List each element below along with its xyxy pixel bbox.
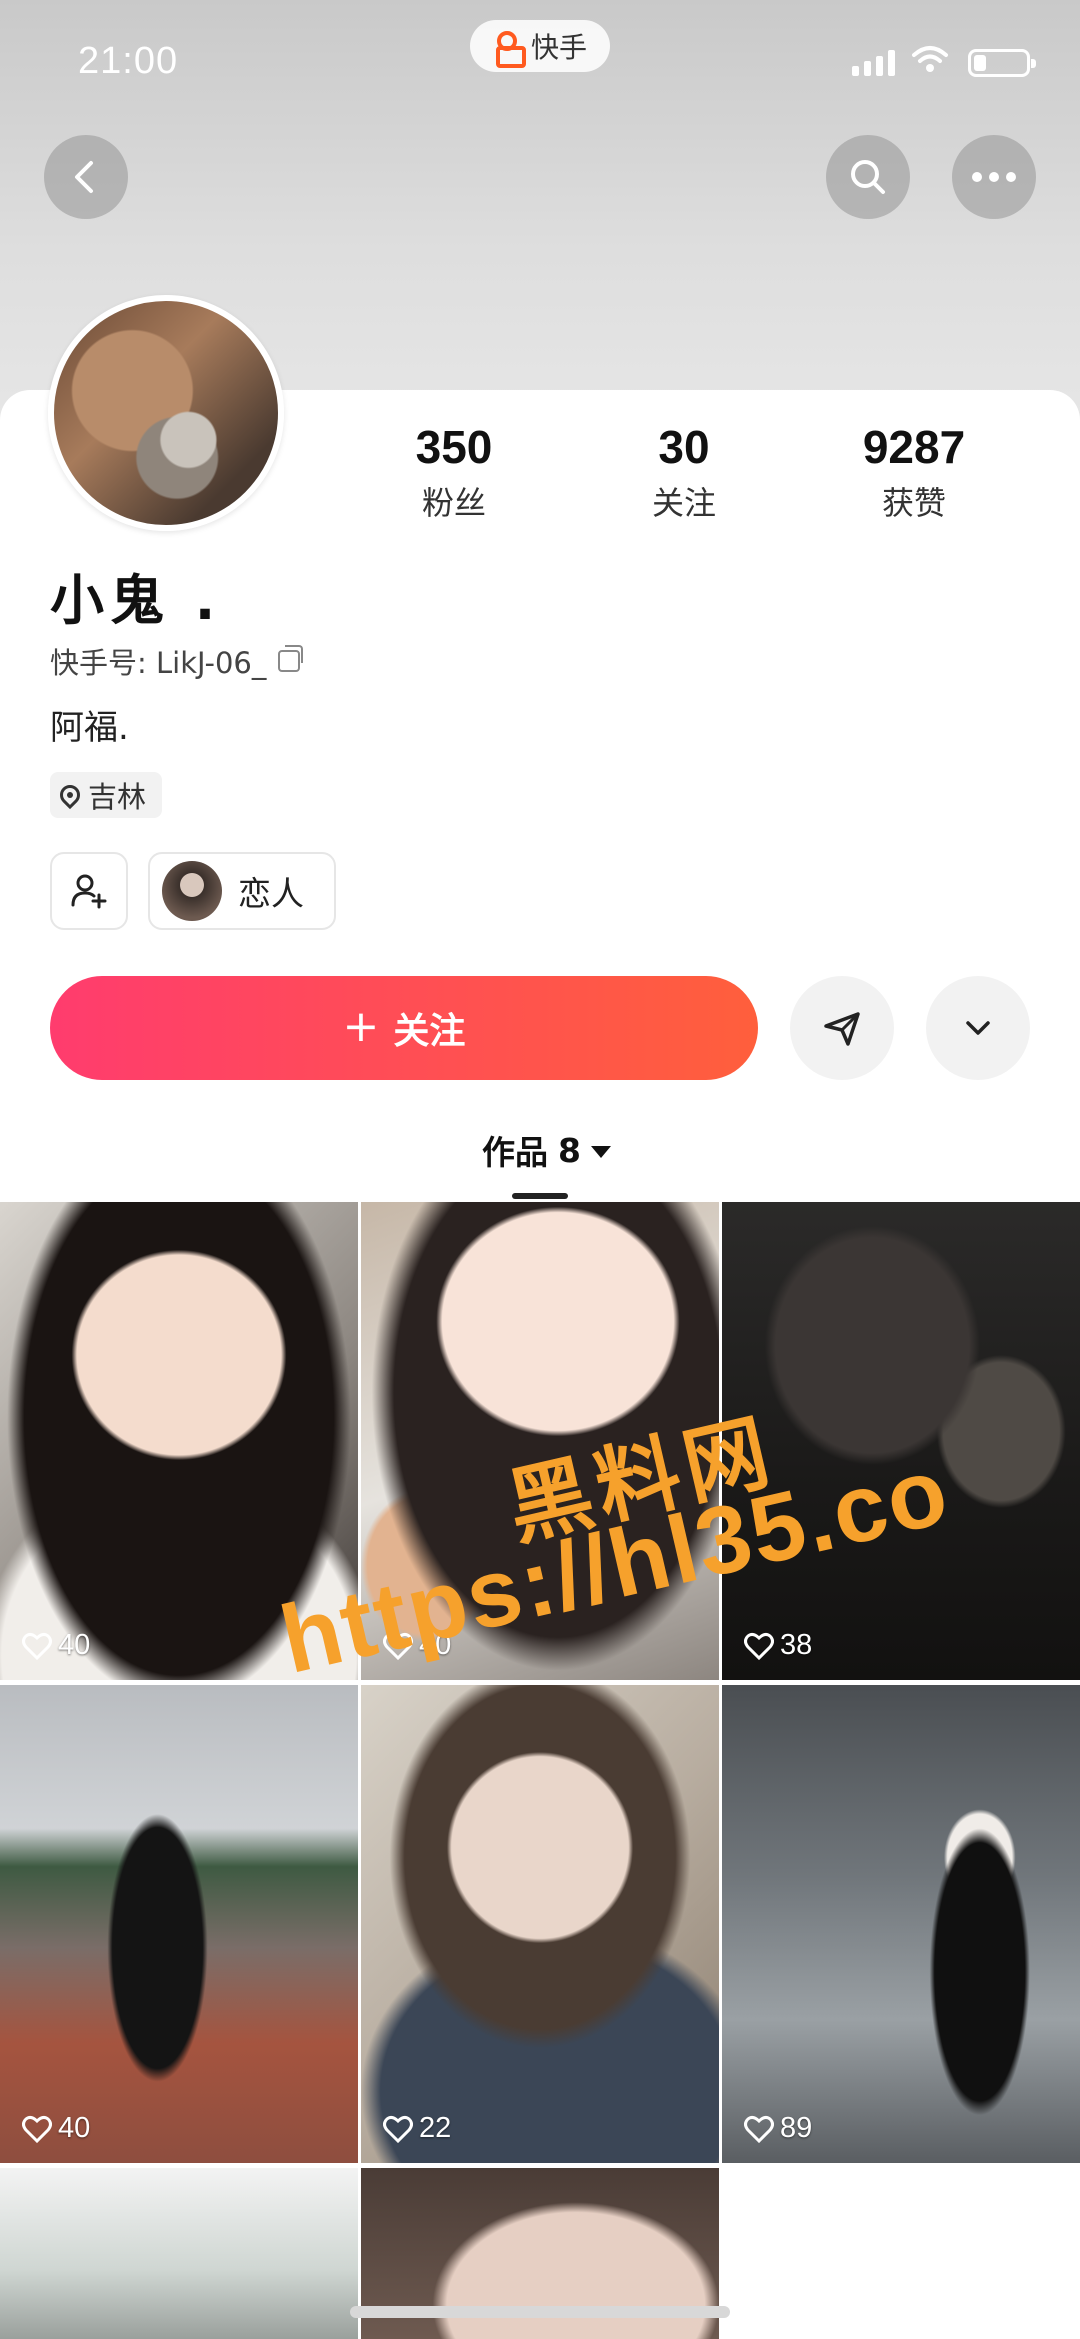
work-tile[interactable]: 40 (0, 1685, 358, 2163)
like-count-value: 22 (419, 2112, 452, 2144)
profile-bio: 阿福. (50, 708, 129, 748)
app-indicator: 快手 (470, 20, 610, 72)
like-count-value: 40 (419, 1629, 452, 1661)
wifi-icon (912, 46, 948, 72)
search-button[interactable] (826, 135, 910, 219)
follow-button[interactable]: + 关注 (50, 976, 758, 1080)
heart-icon (22, 2115, 52, 2143)
search-icon (851, 160, 885, 194)
work-tile[interactable]: 40 (361, 1202, 719, 1680)
heart-icon (22, 1632, 52, 1660)
stat-followers[interactable]: 350 粉丝 (354, 420, 554, 524)
tab-works-count: 8 (558, 1130, 581, 1170)
add-user-icon (71, 874, 107, 909)
stat-label: 粉丝 (421, 484, 486, 522)
heart-icon (383, 1632, 413, 1660)
like-count: 40 (22, 1629, 90, 1662)
tab-indicator (512, 1193, 568, 1199)
kuaishou-logo-icon (493, 31, 526, 68)
signal-icon (852, 50, 895, 76)
work-tile[interactable] (0, 2168, 358, 2339)
location-tag[interactable]: 吉林 (50, 772, 163, 818)
send-icon (824, 1012, 860, 1046)
like-count-value: 38 (780, 1629, 813, 1661)
stat-value: 9287 (862, 421, 966, 473)
kuaishou-id: 快手号: LikJ-06_ (50, 640, 304, 682)
stat-following[interactable]: 30 关注 (584, 420, 784, 524)
like-count: 22 (383, 2112, 451, 2145)
profile-name: 小鬼 . (50, 569, 222, 632)
more-button[interactable] (952, 135, 1036, 219)
like-count: 38 (744, 1629, 812, 1662)
tab-works-label: 作品 (482, 1133, 548, 1172)
battery-icon (968, 49, 1036, 77)
copy-icon[interactable] (278, 645, 304, 672)
plus-icon: + (342, 1000, 380, 1052)
more-horizontal-icon (972, 172, 1016, 182)
avatar[interactable] (48, 295, 284, 531)
add-friend-button[interactable] (50, 852, 128, 930)
stat-label: 获赞 (881, 484, 946, 522)
heart-icon (744, 1632, 774, 1660)
work-tile[interactable]: 40 (0, 1202, 358, 1680)
expand-button[interactable] (926, 976, 1030, 1080)
caret-down-icon (590, 1146, 611, 1158)
location-pin-icon (55, 780, 85, 810)
like-count-value: 40 (58, 2112, 91, 2144)
like-count-value: 40 (58, 1629, 91, 1661)
kuaishou-id-text: 快手号: LikJ-06_ (50, 646, 267, 680)
chevron-left-icon (75, 161, 93, 193)
stat-likes[interactable]: 9287 获赞 (814, 420, 1014, 524)
back-button[interactable] (44, 135, 128, 219)
location-text: 吉林 (88, 780, 147, 814)
like-count-value: 89 (780, 2112, 813, 2144)
relation-label: 恋人 (238, 874, 304, 913)
status-bar: 21:00 快手 (0, 0, 1080, 110)
like-count: 40 (383, 1629, 451, 1662)
status-time: 21:00 (78, 40, 179, 82)
stat-value: 350 (415, 421, 493, 473)
app-name: 快手 (530, 31, 587, 64)
relation-chip[interactable]: 恋人 (148, 852, 336, 930)
send-message-button[interactable] (790, 976, 894, 1080)
work-tile[interactable]: 22 (361, 1685, 719, 2163)
work-tile[interactable]: 38 (722, 1202, 1080, 1680)
work-tile[interactable]: 89 (722, 1685, 1080, 2163)
like-count: 40 (22, 2112, 90, 2145)
stat-label: 关注 (651, 484, 716, 522)
heart-icon (744, 2115, 774, 2143)
relation-avatar (162, 861, 222, 921)
follow-label: 关注 (393, 1011, 466, 1052)
stat-value: 30 (658, 421, 710, 473)
like-count: 89 (744, 2112, 812, 2145)
home-indicator[interactable] (350, 2306, 730, 2318)
heart-icon (383, 2115, 413, 2143)
chevron-down-icon (966, 1021, 990, 1035)
tab-works[interactable]: 作品 8 (482, 1126, 611, 1174)
